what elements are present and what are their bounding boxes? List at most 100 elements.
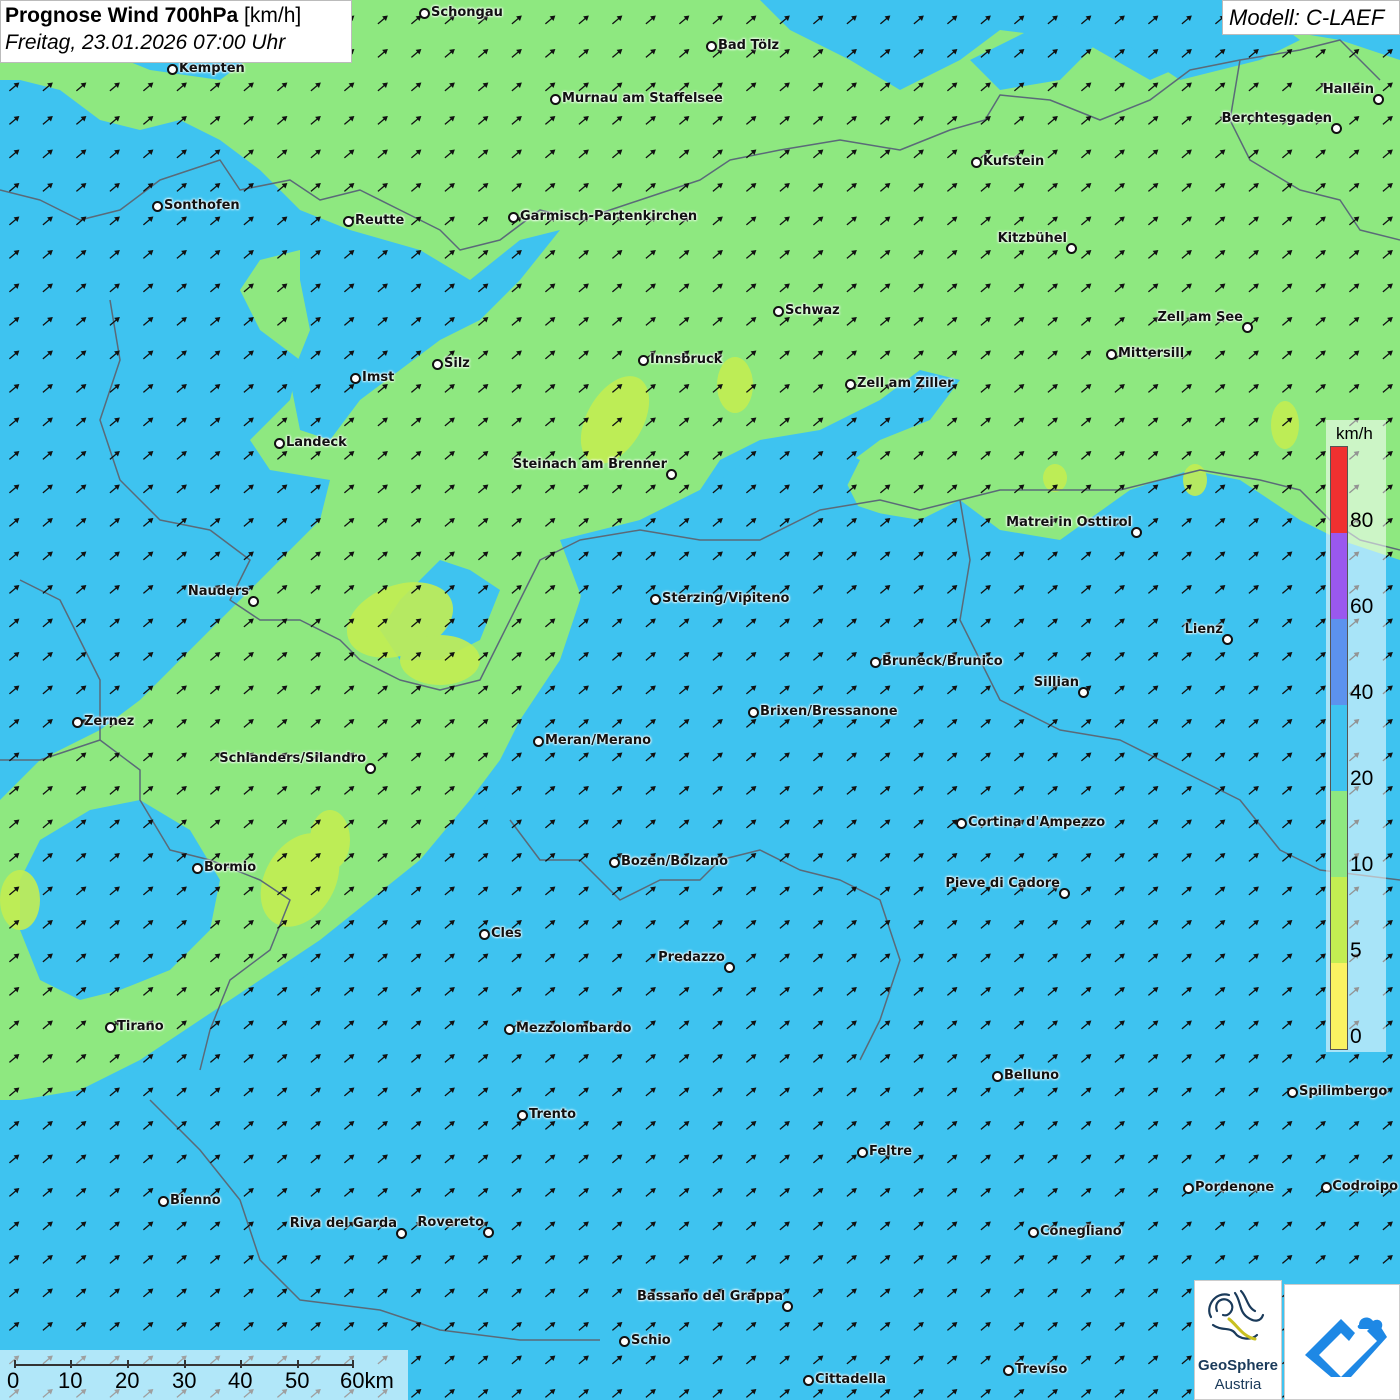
city-label: Lienz — [1184, 622, 1223, 637]
city-marker-icon — [619, 1336, 630, 1347]
scale-tick — [184, 1360, 186, 1368]
city-label: Riva del Garda — [289, 1216, 397, 1231]
scale-label: 30 — [172, 1368, 197, 1393]
title-box: Prognose Wind 700hPa [km/h] Freitag, 23.… — [0, 0, 352, 63]
city-label: Schlanders/Silandro — [219, 751, 366, 766]
city-marker-icon — [504, 1024, 515, 1035]
city-marker-icon — [724, 962, 735, 973]
city-label: Bozen/Bolzano — [621, 854, 729, 869]
city-marker-icon — [343, 216, 354, 227]
city-marker-icon — [1078, 687, 1089, 698]
city-label: Belluno — [1004, 1068, 1060, 1083]
scale-label: 10 — [58, 1368, 83, 1393]
city-label: Steinach am Brenner — [512, 457, 667, 472]
geosphere-logo[interactable]: GeoSphere Austria — [1194, 1280, 1282, 1400]
city-marker-icon — [1222, 634, 1233, 645]
city-label: Predazzo — [658, 950, 725, 965]
legend-segment-blue — [1331, 619, 1347, 705]
city-label: Imst — [362, 370, 395, 385]
city-label: Feltre — [869, 1144, 913, 1159]
scale-label: 40 — [228, 1368, 253, 1393]
legend-segment-cyan — [1331, 705, 1347, 791]
city-marker-icon — [1287, 1087, 1298, 1098]
city-marker-icon — [706, 41, 717, 52]
legend-segment-red — [1331, 447, 1347, 533]
legend-color-bar — [1330, 446, 1348, 1050]
title-main: Prognose Wind 700hPa — [5, 4, 239, 27]
city-marker-icon — [105, 1022, 116, 1033]
scale-label: 20 — [115, 1368, 140, 1393]
city-label: Kitzbühel — [997, 231, 1067, 246]
city-label: Bormio — [204, 860, 257, 875]
city-marker-icon — [432, 359, 443, 370]
partner-logo[interactable] — [1284, 1284, 1400, 1400]
legend-segment-purple — [1331, 533, 1347, 619]
city-marker-icon — [483, 1227, 494, 1238]
city-label: Bassano del Grappa — [637, 1289, 783, 1304]
city-label: Tirano — [117, 1019, 164, 1034]
wind-map[interactable]: Schongau Bad Tölz Kempten Murnau am Staffel… — [0, 0, 1400, 1400]
legend-tick-20: 20 — [1350, 767, 1374, 790]
city-marker-icon — [971, 157, 982, 168]
city-label: Spilimbergo — [1299, 1084, 1388, 1099]
city-marker-icon — [533, 736, 544, 747]
city-label: Reutte — [355, 213, 405, 228]
city-label: Trento — [529, 1107, 577, 1122]
city-label: Bad Tölz — [718, 38, 780, 53]
model-label: Modell: C-LAEF — [1222, 0, 1400, 35]
city-marker-icon — [192, 863, 203, 874]
city-marker-icon — [666, 469, 677, 480]
city-label: Sterzing/Vipiteno — [662, 591, 790, 606]
city-label: Zell am Ziller — [857, 376, 954, 391]
city-marker-icon — [1131, 527, 1142, 538]
city-marker-icon — [1331, 123, 1342, 134]
city-marker-icon — [365, 763, 376, 774]
legend-tick-0: 0 — [1350, 1025, 1362, 1048]
city-marker-icon — [152, 201, 163, 212]
city-marker-icon — [803, 1375, 814, 1386]
city-label: Garmisch-Partenkirchen — [520, 209, 698, 224]
city-label: Kempten — [179, 61, 245, 76]
forecast-date: Freitag, 23.01.2026 07:00 Uhr — [5, 31, 286, 54]
scale-tick — [14, 1360, 16, 1368]
city-label: Bienno — [170, 1193, 221, 1208]
city-marker-icon — [396, 1228, 407, 1239]
city-label: Matrei in Osttirol — [1006, 515, 1132, 530]
city-label: Zernez — [84, 714, 135, 729]
legend-segment-lime — [1331, 877, 1347, 963]
city-label: Brixen/Bressanone — [760, 704, 898, 719]
mountain-cloud-icon — [1305, 1317, 1387, 1377]
city-label: Mezzolombardo — [516, 1021, 632, 1036]
city-label: Rovereto — [417, 1215, 484, 1230]
city-label: Mittersill — [1118, 346, 1185, 361]
city-marker-icon — [550, 94, 561, 105]
scale-tick — [70, 1360, 72, 1368]
city-marker-icon — [773, 306, 784, 317]
geosphere-swirl-icon — [1208, 1289, 1265, 1341]
logo-subtitle: Austria — [1214, 1376, 1262, 1393]
city-marker-icon — [1106, 349, 1117, 360]
logo-name: GeoSphere — [1197, 1357, 1279, 1374]
city-marker-icon — [1242, 322, 1253, 333]
city-marker-icon — [350, 373, 361, 384]
city-label: Bruneck/Brunico — [882, 654, 1003, 669]
city-marker-icon — [248, 596, 259, 607]
legend-tick-60: 60 — [1350, 595, 1374, 618]
city-label: Nauders — [187, 584, 249, 599]
city-marker-icon — [956, 818, 967, 829]
city-marker-icon — [857, 1147, 868, 1158]
city-label: Conegliano — [1040, 1224, 1122, 1239]
city-marker-icon — [1003, 1365, 1014, 1376]
city-marker-icon — [517, 1110, 528, 1121]
scale-tick — [240, 1360, 242, 1368]
city-marker-icon — [1321, 1182, 1332, 1193]
city-marker-icon — [1066, 243, 1077, 254]
city-label: Hallein — [1322, 82, 1374, 97]
city-label: Kufstein — [983, 154, 1045, 169]
scale-label: 60km — [340, 1368, 394, 1393]
city-marker-icon — [748, 707, 759, 718]
city-label: Treviso — [1015, 1362, 1068, 1377]
scale-tick — [297, 1360, 299, 1368]
legend-segment-yellow — [1331, 963, 1347, 1049]
city-label: Landeck — [286, 435, 347, 450]
